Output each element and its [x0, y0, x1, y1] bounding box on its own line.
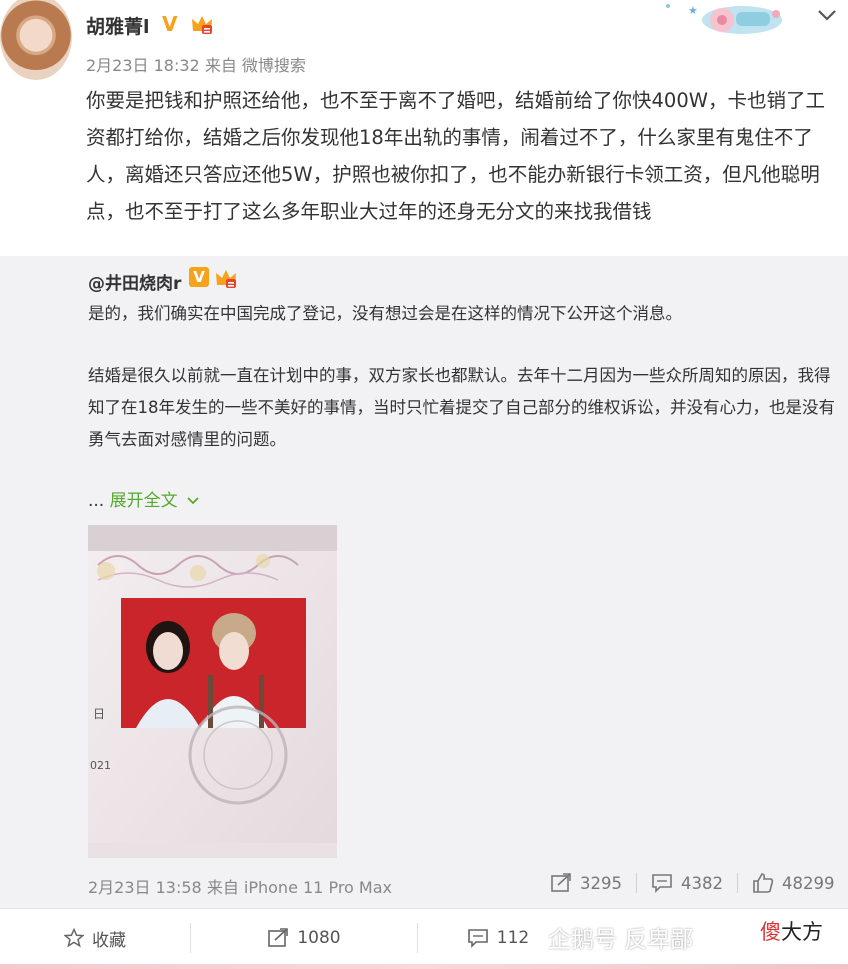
post-username[interactable]: 胡雅菁l	[86, 12, 150, 39]
repost-button[interactable]: 1080	[191, 909, 417, 967]
bottom-strip	[0, 964, 848, 969]
action-bar: 收藏 1080 112	[0, 908, 848, 969]
retweet-paragraph: 结婚是很久以前就一直在计划中的事，双方家长也都默认。去年十二月因为一些众所周知的…	[88, 366, 835, 449]
favorite-button[interactable]: 收藏	[0, 909, 190, 967]
expand-link[interactable]: 展开全文	[110, 491, 178, 511]
retweet-stats: 3295 4382 48299	[550, 870, 835, 896]
favorite-label: 收藏	[92, 930, 126, 951]
chevron-down-icon[interactable]	[816, 6, 838, 24]
vip-badge-icon: V	[189, 267, 209, 287]
retweet-card[interactable]: @井田烧肉r V 是的，我们确实在中国完成了登记，没有想过会是在这样的情况下公开…	[0, 256, 848, 908]
retweet-username[interactable]: @井田烧肉r	[88, 269, 181, 294]
comment-stat[interactable]: 4382	[651, 873, 723, 893]
comment-icon	[652, 874, 672, 893]
marriage-certificate-photo[interactable]: 日 021	[88, 525, 337, 858]
chevron-down-icon	[187, 497, 199, 505]
like-count: 48299	[782, 873, 835, 893]
ellipsis: ...	[88, 491, 110, 511]
certificate-text: 日	[93, 707, 105, 721]
repost-stat[interactable]: 3295	[550, 873, 622, 893]
decoration-icon: ★	[666, 4, 782, 34]
watermark: 企鹅号 反卑鄙	[548, 927, 694, 953]
like-stat[interactable]: 48299	[752, 873, 835, 893]
user-avatar[interactable]	[0, 0, 72, 80]
post-text: 你要是把钱和护照还给他，也不至于离不了婚吧，结婚前给了你快400W，卡也销了工资…	[86, 89, 826, 223]
certificate-image: 日 021	[88, 525, 337, 858]
comment-icon	[467, 929, 488, 948]
retweet-meta: 2月23日 13:58 来自 iPhone 11 Pro Max	[88, 878, 392, 897]
like-icon	[753, 873, 774, 893]
comment-count: 4382	[681, 873, 723, 893]
expand-full-text[interactable]: ... 展开全文	[88, 486, 200, 511]
watermark-red-char: 傻	[760, 920, 781, 944]
comment-count: 112	[496, 928, 530, 948]
repost-count: 3295	[580, 873, 622, 893]
repost-icon	[551, 873, 571, 892]
vip-badge-icon: V	[162, 12, 178, 36]
repost-icon	[268, 928, 289, 947]
watermark-rest: 大方	[781, 920, 823, 944]
certificate-text: 021	[90, 759, 111, 772]
post-meta: 2月23日 18:32 来自 微博搜索	[86, 56, 306, 75]
star-icon	[64, 928, 84, 948]
retweet-paragraph: 是的，我们确实在中国完成了登记，没有想过会是在这样的情况下公开这个消息。	[88, 304, 682, 323]
watermark-secondary: 傻大方	[760, 916, 823, 946]
svg-text:★: ★	[688, 4, 698, 17]
crown-icon	[216, 270, 236, 288]
weibo-post: 胡雅菁l V 2月23日 18:32 来自 微博搜索 ★ 你要是把钱和护照还给他…	[0, 0, 848, 969]
repost-count: 1080	[297, 928, 341, 948]
crown-icon	[192, 16, 212, 34]
